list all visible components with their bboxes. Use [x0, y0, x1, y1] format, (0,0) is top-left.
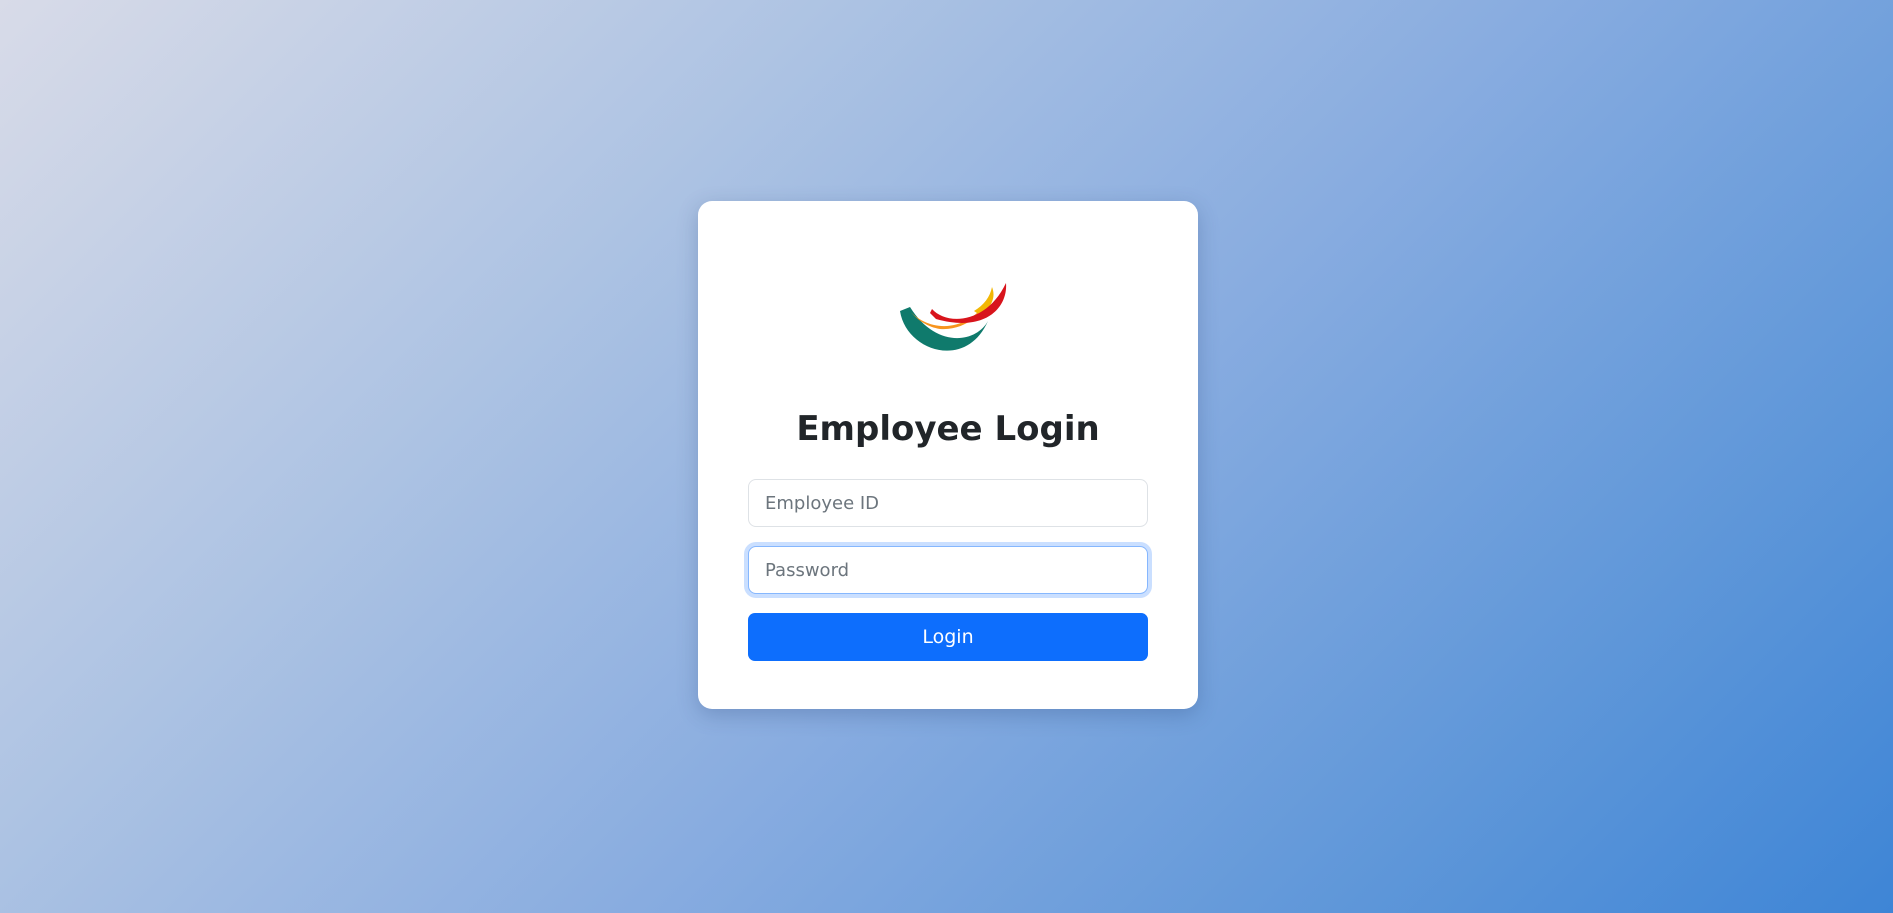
page-title: Employee Login [796, 409, 1100, 449]
login-button[interactable]: Login [748, 613, 1148, 661]
login-card: Employee Login Login [698, 201, 1198, 709]
password-input[interactable] [748, 546, 1148, 594]
company-logo-icon [900, 283, 1007, 351]
employee-id-input[interactable] [748, 479, 1148, 527]
